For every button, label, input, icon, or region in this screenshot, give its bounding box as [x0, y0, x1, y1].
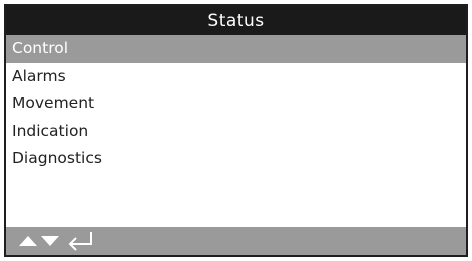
title-bar: Status	[6, 6, 466, 35]
menu-item-movement[interactable]: Movement	[6, 90, 466, 118]
menu-item-control[interactable]: Control	[6, 35, 466, 63]
enter-icon[interactable]	[66, 227, 96, 255]
status-menu: Control Alarms Movement Indication Diagn…	[6, 35, 466, 173]
menu-item-diagnostics[interactable]: Diagnostics	[6, 145, 466, 173]
navigation-bar	[6, 227, 466, 255]
down-arrow-icon[interactable]	[40, 227, 60, 255]
up-arrow-icon[interactable]	[18, 227, 38, 255]
menu-item-alarms[interactable]: Alarms	[6, 63, 466, 91]
status-screen: Status Control Alarms Movement Indicatio…	[4, 4, 468, 257]
menu-item-indication[interactable]: Indication	[6, 118, 466, 146]
page-title: Status	[207, 10, 265, 31]
